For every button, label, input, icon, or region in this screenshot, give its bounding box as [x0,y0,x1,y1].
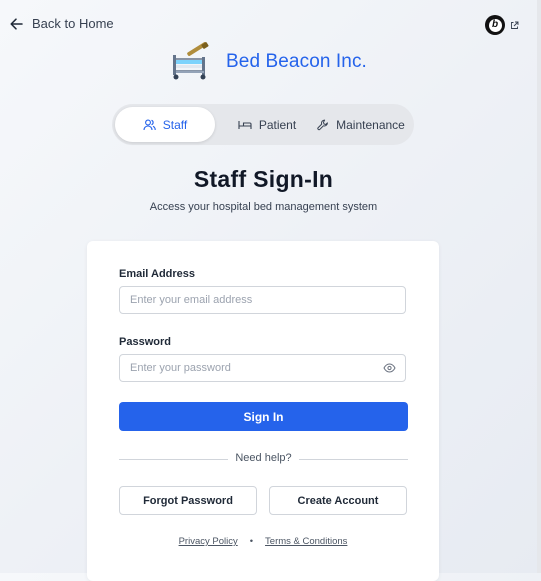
email-field-wrapper [119,286,406,314]
bed-icon [238,120,252,129]
forgot-password-button[interactable]: Forgot Password [119,486,257,515]
users-icon [143,119,156,130]
sign-in-button[interactable]: Sign In [119,402,408,431]
tab-staff-label: Staff [162,117,188,132]
page-subtitle: Access your hospital bed management syst… [149,201,378,213]
eye-icon[interactable] [383,363,396,373]
email-field[interactable] [130,294,395,306]
scrollbar[interactable] [537,0,541,573]
tab-maintenance[interactable]: Maintenance [311,107,411,142]
tab-patient-label: Patient [258,117,297,132]
wrench-icon [317,119,329,130]
signin-card: Email Address Password Sign In Need help… [87,241,439,581]
tab-maintenance-label: Maintenance [336,117,405,132]
b-logo-icon: b [485,15,505,35]
external-link-icon [511,21,519,29]
password-field-wrapper [119,354,406,382]
brand-header: Bed Beacon Inc. [172,42,367,82]
role-tabs: Staff Patient Maintenance [112,104,414,145]
bed-logo-icon [173,42,209,80]
email-label: Email Address [119,268,196,280]
need-help-text: Need help? [119,452,408,464]
password-label: Password [119,336,171,348]
external-badge[interactable]: b [485,15,519,35]
footer-links: Privacy Policy • Terms & Conditions [87,536,439,547]
terms-link[interactable]: Terms & Conditions [265,536,347,547]
tab-patient[interactable]: Patient [218,107,316,142]
arrow-left-icon [10,17,23,30]
privacy-policy-link[interactable]: Privacy Policy [179,536,238,547]
password-field[interactable] [130,362,395,374]
tab-staff[interactable]: Staff [115,107,215,142]
footer-separator: • [249,536,254,547]
back-label: Back to Home [32,16,114,31]
back-to-home-link[interactable]: Back to Home [10,16,114,31]
create-account-button[interactable]: Create Account [269,486,407,515]
page-title: Staff Sign-In [193,166,334,192]
brand-name: Bed Beacon Inc. [226,51,367,72]
